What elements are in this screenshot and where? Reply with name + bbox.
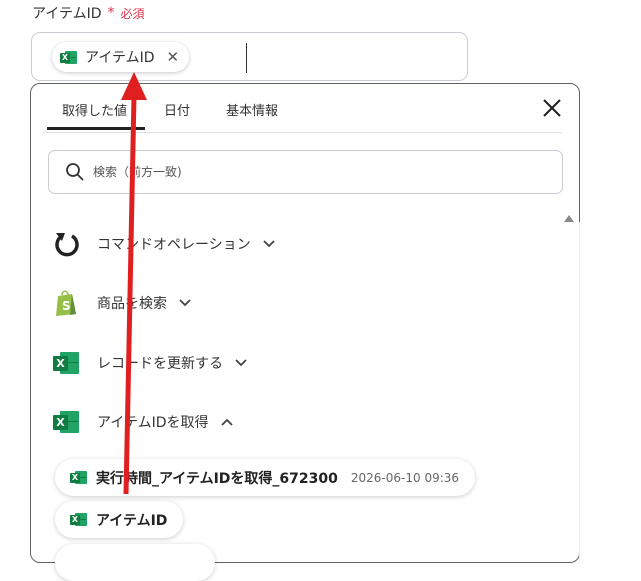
search-box[interactable] [48,150,563,194]
tab-bar: 取得した値 日付 基本情報 [43,84,562,133]
excel-icon: X [53,410,79,434]
shopify-icon: S [51,288,81,318]
field-label: アイテムID * 必須 [32,3,145,23]
text-caret [246,43,247,73]
selected-value-chip[interactable]: X アイテムID ✕ [52,42,190,72]
chip-label: アイテムID [85,50,155,66]
search-input[interactable] [91,164,515,180]
required-text: 必須 [120,6,145,21]
chevron-down-icon[interactable] [179,299,191,307]
result-label: 実行時間_アイテムIDを取得_672300 [96,470,338,487]
excel-icon: X [60,50,77,65]
search-icon [66,163,84,181]
result-chip-partial[interactable] [55,544,215,581]
tab-retrieved-values[interactable]: 取得した値 [46,100,146,130]
result-label: アイテムID [96,512,168,529]
operation-label: レコードを更新する [97,356,223,372]
value-picker-panel: 取得した値 日付 基本情報 コマンドオペレーション [30,83,580,581]
chevron-down-icon[interactable] [235,359,247,367]
operation-get-item-id[interactable]: X アイテムIDを取得 [51,407,233,437]
operation-label: 商品を検索 [97,296,167,312]
operation-search-product[interactable]: S 商品を検索 [51,288,191,318]
close-icon[interactable] [541,97,563,119]
item-id-field[interactable]: X アイテムID ✕ [31,32,468,81]
excel-icon: X [53,351,79,375]
operation-label: アイテムIDを取得 [97,415,209,431]
chevron-up-icon[interactable] [220,418,233,426]
scroll-up-arrow-icon[interactable] [564,215,574,222]
excel-icon: X [70,512,87,527]
result-chip-item-id[interactable]: X アイテムID [55,501,184,538]
operation-label: コマンドオペレーション [97,237,251,253]
operation-command[interactable]: コマンドオペレーション [51,229,275,259]
chip-remove-icon[interactable]: ✕ [167,48,180,66]
svg-text:S: S [62,299,71,313]
chevron-down-icon[interactable] [263,240,275,248]
tab-basic-info[interactable]: 基本情報 [226,100,278,119]
result-chip-execution-time[interactable]: X 実行時間_アイテムIDを取得_672300 2026-06-10 09:36 [55,459,476,496]
operation-update-record[interactable]: X レコードを更新する [51,348,247,378]
scrollbar-track[interactable] [579,222,580,562]
tab-date[interactable]: 日付 [164,100,190,119]
result-timestamp: 2026-06-10 09:36 [350,470,460,485]
command-operation-icon [51,229,81,259]
field-label-text: アイテムID [32,6,102,22]
excel-icon: X [70,470,87,485]
required-star: * [107,5,115,21]
